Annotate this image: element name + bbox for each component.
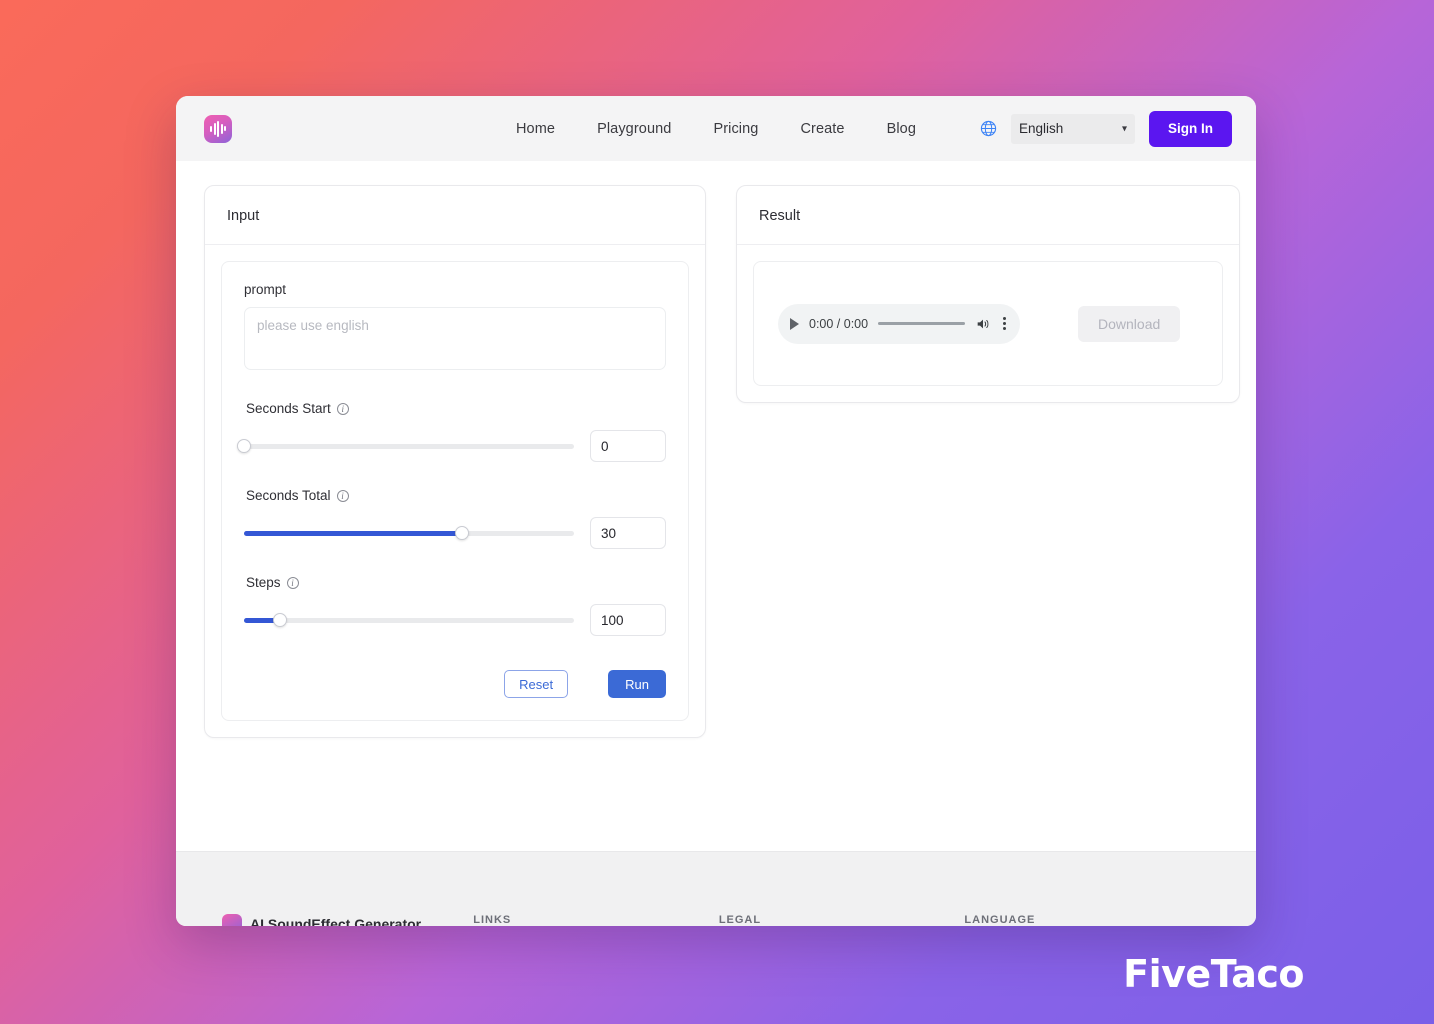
seconds-start-slider[interactable] (237, 439, 574, 453)
result-content: 0:00 / 0:00 Download (753, 261, 1223, 386)
footer-column-legal: LEGAL (719, 914, 965, 926)
site-header: Home Playground Pricing Create Blog Engl… (176, 96, 1256, 161)
seconds-start-row (237, 430, 666, 462)
steps-slider[interactable] (244, 613, 574, 627)
nav-link-playground[interactable]: Playground (597, 121, 671, 137)
info-icon[interactable]: i (286, 576, 299, 589)
browser-window: Home Playground Pricing Create Blog Engl… (176, 96, 1256, 926)
footer-heading-links: LINKS (473, 914, 512, 926)
footer-heading-language: LANGUAGE (964, 914, 1036, 926)
info-icon[interactable]: i (336, 402, 349, 415)
waveform-bar (220, 123, 223, 134)
footer-column-links: LINKS (473, 914, 719, 926)
input-panel-title: Input (205, 186, 705, 245)
kebab-menu-icon[interactable] (1001, 315, 1008, 332)
reset-button[interactable]: Reset (504, 670, 569, 698)
result-panel-title: Result (737, 186, 1239, 245)
kebab-dot (1003, 317, 1006, 320)
seconds-total-label: Seconds Total i (246, 488, 666, 503)
steps-row (244, 604, 666, 636)
nav-link-pricing[interactable]: Pricing (713, 121, 758, 137)
steps-input[interactable] (590, 604, 666, 636)
waveform-bar (210, 125, 212, 132)
download-button[interactable]: Download (1078, 305, 1181, 342)
slider-thumb[interactable] (237, 439, 251, 453)
form-actions: Reset Run (244, 670, 666, 698)
waveform-bar (213, 122, 216, 135)
seconds-start-input[interactable] (590, 430, 666, 462)
prompt-label: prompt (244, 282, 287, 297)
footer-heading-legal: LEGAL (718, 914, 762, 926)
waveform-bar (224, 126, 226, 131)
play-icon[interactable] (790, 317, 799, 330)
page-content: Input prompt Seconds Start i (176, 161, 1256, 851)
run-button[interactable]: Run (608, 670, 666, 698)
slider-thumb[interactable] (273, 613, 288, 627)
audio-player[interactable]: 0:00 / 0:00 (778, 303, 1020, 344)
seconds-total-label-text: Seconds Total (246, 488, 331, 503)
slider-fill (244, 530, 462, 536)
slider-thumb[interactable] (454, 526, 469, 540)
fivetaco-watermark: FiveTaco (1123, 952, 1304, 996)
prompt-input[interactable] (244, 307, 666, 370)
kebab-dot (1003, 327, 1006, 330)
kebab-dot (1003, 322, 1006, 325)
info-icon[interactable]: i (336, 489, 349, 502)
steps-label-text: Steps (246, 575, 281, 590)
seconds-total-input[interactable] (590, 517, 666, 549)
language-select[interactable]: English (1011, 113, 1135, 144)
language-select-wrapper: English ▾ (1011, 113, 1135, 144)
volume-icon[interactable] (975, 316, 991, 332)
footer-logo-icon (222, 914, 242, 926)
audio-progress-bar[interactable] (878, 322, 965, 325)
input-form: prompt Seconds Start i Seconds Total (221, 261, 689, 721)
seconds-start-label-text: Seconds Start (246, 401, 331, 416)
nav-link-blog[interactable]: Blog (887, 121, 916, 137)
footer-brand: AI SoundEffect Generator (222, 914, 473, 926)
result-panel: Result 0:00 / 0:00 Download (736, 185, 1240, 403)
audio-waveform-logo-icon[interactable] (204, 114, 232, 143)
site-footer: AI SoundEffect Generator LINKS LEGAL LAN… (176, 851, 1256, 926)
footer-column-language: LANGUAGE (964, 914, 1210, 926)
audio-time-display: 0:00 / 0:00 (809, 316, 869, 331)
steps-label: Steps i (246, 575, 666, 590)
input-panel: Input prompt Seconds Start i (204, 185, 706, 738)
seconds-total-slider[interactable] (244, 526, 574, 540)
seconds-start-label: Seconds Start i (246, 401, 666, 416)
footer-columns: AI SoundEffect Generator LINKS LEGAL LAN… (222, 914, 1210, 926)
waveform-bar (217, 120, 219, 137)
globe-icon (980, 120, 997, 137)
nav-link-create[interactable]: Create (800, 121, 844, 137)
header-right-controls: English ▾ Sign In (980, 110, 1232, 147)
nav-link-home[interactable]: Home (516, 121, 555, 137)
seconds-total-row (244, 517, 666, 549)
footer-brand-name: AI SoundEffect Generator (250, 916, 422, 926)
sign-in-button[interactable]: Sign In (1149, 110, 1232, 147)
